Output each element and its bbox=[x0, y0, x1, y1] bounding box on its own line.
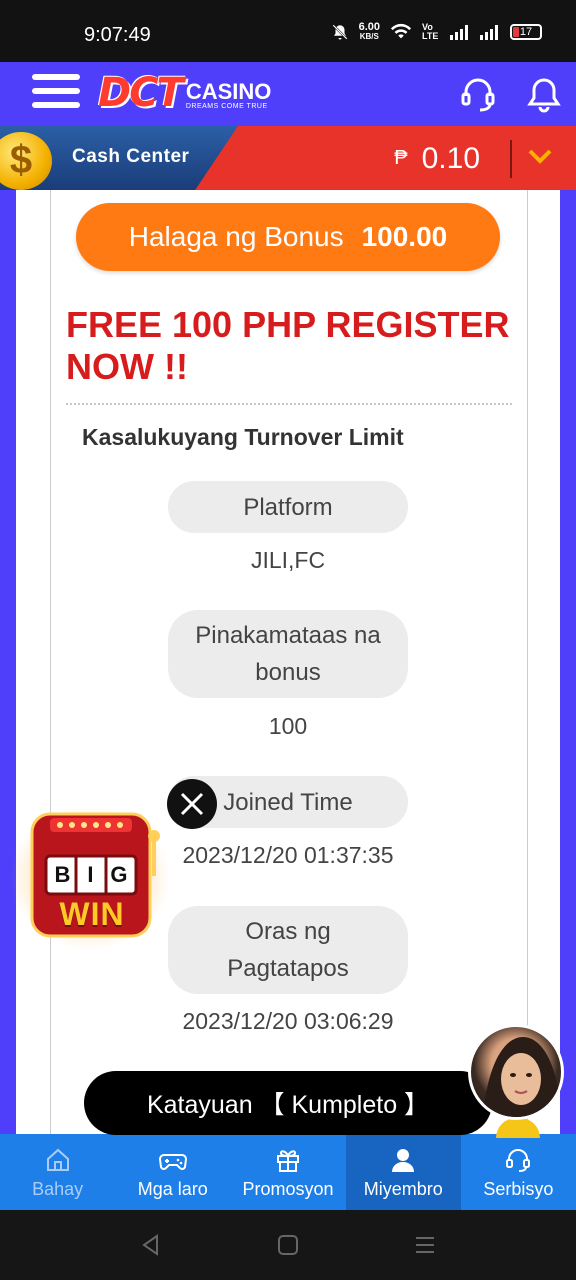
status-time: 9:07:49 bbox=[84, 24, 151, 46]
bonus-amount-pill: Halaga ng Bonus 100.00 bbox=[76, 203, 500, 271]
signal-icon bbox=[450, 25, 468, 40]
nav-home-label: Bahay bbox=[32, 1178, 84, 1199]
logo-tagline: DREAMS COME TRUE bbox=[185, 103, 268, 110]
close-icon bbox=[180, 792, 204, 816]
reel-letter: B bbox=[54, 862, 71, 887]
gift-icon bbox=[277, 1149, 299, 1172]
reel-letter: G bbox=[110, 862, 128, 887]
battery-icon: 17 bbox=[510, 24, 542, 40]
back-icon[interactable] bbox=[138, 1232, 164, 1258]
close-floating-button[interactable] bbox=[167, 779, 217, 829]
nav-member[interactable]: Miyembro bbox=[345, 1134, 461, 1210]
bell-icon[interactable] bbox=[524, 74, 564, 114]
app-header: DCT CASINO DREAMS COME TRUE bbox=[0, 62, 576, 126]
field-label-end-time: Oras ng Pagtatapos bbox=[168, 906, 408, 994]
logo[interactable]: DCT CASINO DREAMS COME TRUE bbox=[98, 70, 271, 116]
turnover-heading: Kasalukuyang Turnover Limit bbox=[82, 424, 404, 450]
nav-service[interactable]: Serbisyo bbox=[461, 1134, 576, 1210]
field-label-max-bonus: Pinakamataas na bonus bbox=[168, 610, 408, 698]
big-win-line1: BIG bbox=[46, 862, 136, 888]
reel-letter: I bbox=[87, 862, 94, 887]
field-value-end-time: 2023/12/20 03:06:29 bbox=[182, 1008, 394, 1034]
home-button-icon[interactable] bbox=[275, 1232, 301, 1258]
bonus-label: Halaga ng Bonus bbox=[128, 221, 344, 252]
nav-promotions[interactable]: Promosyon bbox=[230, 1134, 345, 1210]
home-icon bbox=[46, 1148, 69, 1171]
support-agent-avatar[interactable] bbox=[468, 1024, 564, 1120]
network-speed: 6.00 KB/S bbox=[358, 21, 380, 42]
user-icon bbox=[392, 1148, 415, 1172]
status-button[interactable]: Katayuan 【 Kumpleto 】 bbox=[84, 1071, 492, 1135]
wifi-icon bbox=[390, 23, 412, 39]
signal-icon-2 bbox=[480, 25, 498, 40]
nav-service-label: Serbisyo bbox=[483, 1178, 554, 1199]
balance: ₱ 0.10 bbox=[394, 142, 480, 176]
recents-icon[interactable] bbox=[412, 1232, 438, 1258]
big-win-line2: WIN bbox=[59, 896, 125, 932]
system-navigation-bar bbox=[0, 1210, 576, 1280]
chevron-down-icon[interactable] bbox=[526, 142, 554, 170]
nav-games[interactable]: Mga laro bbox=[115, 1134, 230, 1210]
nav-member-label: Miyembro bbox=[363, 1178, 443, 1199]
menu-icon[interactable] bbox=[32, 74, 80, 114]
headset-icon[interactable] bbox=[458, 74, 498, 114]
currency-symbol: ₱ bbox=[394, 147, 408, 169]
mute-bell-icon bbox=[332, 24, 348, 40]
field-value-max-bonus: 100 bbox=[268, 713, 308, 739]
field-label-platform: Platform bbox=[168, 481, 408, 533]
bottom-navigation: Bahay Mga laro Promosyon Miyembro Serbis… bbox=[0, 1134, 576, 1210]
logo-name: CASINO bbox=[185, 79, 272, 104]
cash-center-label: Cash Center bbox=[72, 146, 190, 167]
logo-mark: DCT bbox=[98, 70, 184, 116]
gamepad-icon bbox=[158, 1153, 187, 1170]
balance-value: 0.10 bbox=[421, 142, 480, 175]
status-icons: 6.00 KB/S Vo LTE 17 bbox=[331, 22, 542, 42]
dotted-divider bbox=[66, 403, 512, 405]
headset-icon bbox=[506, 1148, 531, 1172]
nav-games-label: Mga laro bbox=[137, 1178, 208, 1199]
cash-center-bar[interactable]: $ Cash Center ₱ 0.10 bbox=[0, 126, 576, 190]
nav-promotions-label: Promosyon bbox=[242, 1178, 334, 1199]
nav-home[interactable]: Bahay bbox=[0, 1134, 115, 1210]
big-win-floating-banner[interactable]: BIG WIN bbox=[10, 800, 170, 950]
bonus-amount: 100.00 bbox=[361, 221, 448, 252]
promo-title: FREE 100 PHP REGISTER NOW !! bbox=[66, 304, 510, 387]
volte-label: Vo LTE bbox=[422, 22, 439, 41]
field-value-platform: JILI,FC bbox=[250, 547, 326, 573]
status-bar: 9:07:49 6.00 KB/S Vo LTE 17 bbox=[0, 0, 576, 62]
